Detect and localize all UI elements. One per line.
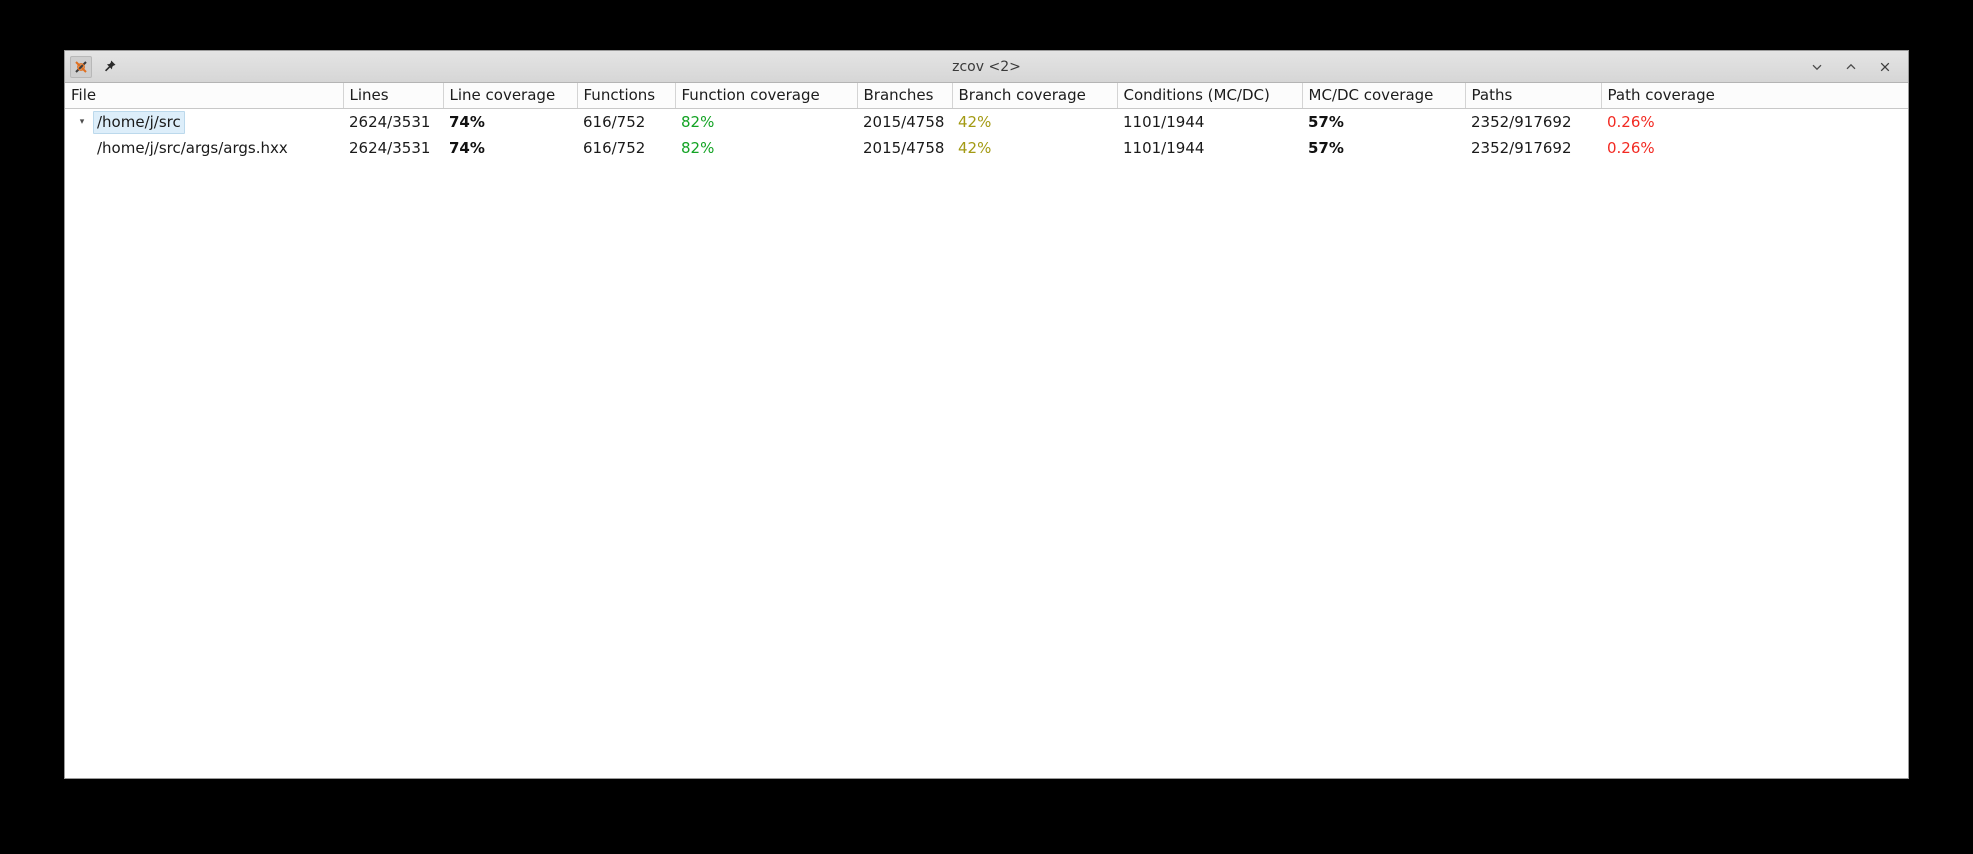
application-window: zcov <2> File Lines Line coverage Functi… [64, 50, 1909, 779]
chevron-down-icon [1812, 64, 1822, 70]
table-row[interactable]: /home/j/src/args/args.hxx 2624/3531 74% … [65, 135, 1908, 161]
cell-lines: 2624/3531 [349, 139, 431, 157]
table-row[interactable]: ▾ /home/j/src 2624/3531 74% 616/752 82% … [65, 109, 1908, 136]
cell-functions: 616/752 [583, 139, 646, 157]
file-path-label: /home/j/src/args/args.hxx [97, 138, 288, 157]
window-controls [1808, 58, 1908, 76]
column-header-branch-coverage[interactable]: Branch coverage [952, 83, 1118, 109]
file-path-label: /home/j/src [93, 110, 185, 134]
cell-line-coverage: 74% [449, 139, 485, 157]
cell-branch-coverage: 42% [958, 139, 992, 157]
title-bar-left-icons [65, 55, 120, 78]
column-header-file[interactable]: File [65, 83, 344, 109]
pin-icon-glyph [104, 60, 115, 72]
cell-branches: 2015/4758 [863, 113, 945, 131]
coverage-table-area[interactable]: File Lines Line coverage Functions Funct… [65, 83, 1908, 778]
cell-mcdc-coverage: 57% [1308, 139, 1344, 157]
column-header-branches[interactable]: Branches [857, 83, 953, 109]
table-body: ▾ /home/j/src 2624/3531 74% 616/752 82% … [65, 109, 1908, 162]
cell-paths: 2352/917692 [1471, 139, 1572, 157]
x-app-icon[interactable] [70, 55, 92, 78]
cell-branches: 2015/4758 [863, 139, 945, 157]
column-header-function-coverage[interactable]: Function coverage [675, 83, 858, 109]
expand-triangle-icon[interactable]: ▾ [71, 117, 93, 127]
cell-conditions: 1101/1944 [1123, 113, 1205, 131]
close-button[interactable] [1876, 58, 1894, 76]
column-header-line-coverage[interactable]: Line coverage [443, 83, 578, 109]
cell-path-coverage: 0.26% [1607, 113, 1655, 131]
cell-function-coverage: 82% [681, 139, 715, 157]
cell-mcdc-coverage: 57% [1308, 113, 1344, 131]
cell-lines: 2624/3531 [349, 113, 431, 131]
column-header-conditions[interactable]: Conditions (MC/DC) [1117, 83, 1303, 109]
chevron-up-icon [1846, 63, 1856, 69]
column-header-functions[interactable]: Functions [577, 83, 676, 109]
cell-conditions: 1101/1944 [1123, 139, 1205, 157]
maximize-button[interactable] [1842, 58, 1860, 76]
coverage-table: File Lines Line coverage Functions Funct… [65, 83, 1908, 161]
cell-file[interactable]: /home/j/src/args/args.hxx [65, 135, 343, 161]
cell-function-coverage: 82% [681, 113, 715, 131]
cell-functions: 616/752 [583, 113, 646, 131]
title-bar[interactable]: zcov <2> [65, 51, 1908, 83]
column-header-path-coverage[interactable]: Path coverage [1601, 83, 1908, 109]
window-title: zcov <2> [952, 58, 1021, 75]
cell-file[interactable]: ▾ /home/j/src [65, 109, 343, 136]
column-header-paths[interactable]: Paths [1465, 83, 1602, 109]
table-header-row: File Lines Line coverage Functions Funct… [65, 83, 1908, 109]
close-icon [1880, 62, 1890, 71]
minimize-button[interactable] [1808, 58, 1826, 76]
cell-line-coverage: 74% [449, 113, 485, 131]
pin-icon[interactable] [98, 56, 120, 78]
column-header-mcdc-coverage[interactable]: MC/DC coverage [1302, 83, 1466, 109]
cell-paths: 2352/917692 [1471, 113, 1572, 131]
cell-branch-coverage: 42% [958, 113, 992, 131]
x-app-icon-glyph [75, 60, 87, 73]
column-header-lines[interactable]: Lines [343, 83, 444, 109]
cell-path-coverage: 0.26% [1607, 139, 1655, 157]
